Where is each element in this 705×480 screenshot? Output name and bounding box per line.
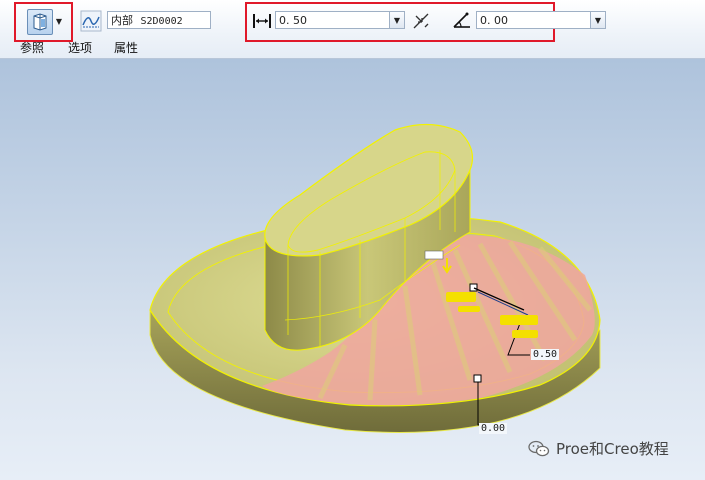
tab-properties[interactable]: 属性	[114, 39, 138, 56]
dim-label-thickness[interactable]: 0.50	[531, 349, 560, 360]
thickness-dimension-icon	[253, 14, 271, 28]
dim-label-angle[interactable]: 0.00	[479, 423, 508, 434]
graphics-area[interactable]: 0.50 0.00	[0, 59, 705, 480]
feature-type-button[interactable]	[27, 9, 53, 35]
thickness-input[interactable]: 0. 50 ▼	[275, 11, 405, 29]
thickness-dropdown-arrow[interactable]: ▼	[389, 12, 404, 28]
watermark-text: Proe和Creo教程	[556, 440, 669, 458]
angle-value: 0. 00	[480, 13, 508, 27]
drag-handle-angle[interactable]	[473, 374, 482, 383]
angle-icon	[453, 12, 470, 28]
tab-references[interactable]: 参照	[20, 39, 44, 56]
flip-direction-icon[interactable]	[411, 11, 431, 31]
sweep-blend-surface-icon	[33, 13, 47, 31]
tab-options[interactable]: 选项	[68, 39, 92, 56]
wechat-icon	[528, 440, 550, 456]
section-prefix: 内部	[111, 14, 133, 27]
section-combo[interactable]: 内部 S2D0002	[107, 11, 211, 29]
thickness-value: 0. 50	[279, 13, 307, 27]
model-3d-view	[149, 123, 601, 433]
watermark: Proe和Creo教程	[528, 438, 669, 459]
sketch-curve-icon[interactable]	[80, 10, 102, 32]
section-name: S2D0002	[140, 16, 183, 27]
feature-type-dropdown[interactable]: ▼	[52, 9, 66, 33]
dashboard-toolbar: ▼ 内部 S2D0002 0. 50 ▼ 0. 00 ▼ 参照 选项 属性	[0, 0, 705, 59]
drag-handle-thickness[interactable]	[469, 283, 478, 292]
angle-input[interactable]: 0. 00 ▼	[476, 11, 606, 29]
angle-dropdown-arrow[interactable]: ▼	[590, 12, 605, 28]
